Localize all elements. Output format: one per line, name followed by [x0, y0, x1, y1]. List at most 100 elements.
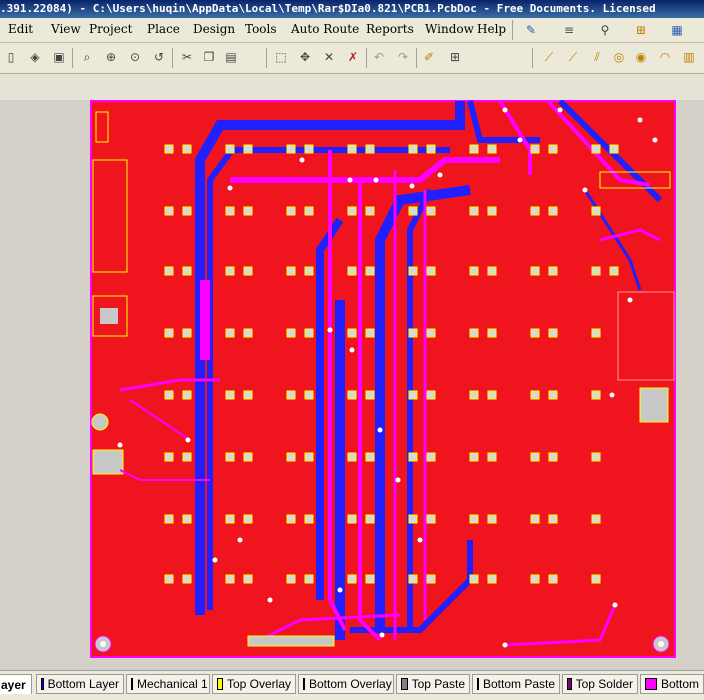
menu-view[interactable]: View — [51, 22, 81, 36]
zoom-area-icon[interactable]: ⊕ — [102, 48, 120, 66]
pad — [487, 206, 497, 216]
layer-tab-top-overlay[interactable]: Top Overlay — [212, 674, 296, 694]
layer-tab-label: Bottom Overlay — [309, 677, 392, 691]
move-icon[interactable]: ✥ — [296, 48, 314, 66]
align-icon[interactable]: ≡ — [560, 21, 578, 39]
layer-tab-bottom-layer[interactable]: Bottom Layer — [36, 674, 124, 694]
undo-icon[interactable]: ↶ — [370, 48, 388, 66]
menu-window[interactable]: Window — [425, 22, 474, 36]
snap-icon[interactable]: ⊞ — [632, 21, 650, 39]
via — [652, 137, 658, 143]
pad — [469, 574, 479, 584]
via — [627, 297, 633, 303]
pad — [487, 328, 497, 338]
zoom-last-icon[interactable]: ↺ — [150, 48, 168, 66]
layer-tab-mechanical-1[interactable]: Mechanical 1 — [126, 674, 210, 694]
pad — [365, 144, 375, 154]
pad — [225, 452, 235, 462]
pad — [469, 390, 479, 400]
mount-hole-center — [100, 641, 106, 647]
layers-icon[interactable]: ◈ — [26, 48, 44, 66]
zoom-fit-icon[interactable]: ⌕ — [78, 48, 96, 66]
pad — [530, 328, 540, 338]
copy-icon[interactable]: ❐ — [200, 48, 218, 66]
menu-auto-route[interactable]: Auto Route — [291, 22, 359, 36]
find-icon[interactable]: ⚲ — [596, 21, 614, 39]
pad — [286, 328, 296, 338]
redo-icon[interactable]: ↷ — [394, 48, 412, 66]
layer-tab-top-solder[interactable]: Top Solder — [562, 674, 638, 694]
menu-edit[interactable]: Edit — [8, 22, 33, 36]
toolbar-separator — [366, 48, 367, 68]
pcb-canvas[interactable] — [0, 100, 704, 660]
pad — [469, 514, 479, 524]
pad-icon[interactable]: ◉ — [632, 48, 650, 66]
layer-tab-label: ayer — [1, 677, 26, 692]
pad — [469, 144, 479, 154]
pad — [347, 390, 357, 400]
zoom-selected-icon[interactable]: ⊙ — [126, 48, 144, 66]
menu-design[interactable]: Design — [193, 22, 235, 36]
pad — [408, 144, 418, 154]
grid-icon[interactable]: ▦ — [668, 21, 686, 39]
via — [502, 107, 508, 113]
browse-icon[interactable]: ⊞ — [446, 48, 464, 66]
fill-icon[interactable]: ▥ — [680, 48, 698, 66]
via — [612, 602, 618, 608]
layer-tabs-bar: ayer Bottom Layer Mechanical 1 Top Overl… — [0, 670, 704, 700]
select-icon[interactable]: ⬚ — [272, 48, 290, 66]
pad — [286, 390, 296, 400]
menu-project[interactable]: Project — [89, 22, 132, 36]
pad — [548, 452, 558, 462]
layer-tab-bottom-solder[interactable]: Bottom — [640, 674, 704, 694]
layer-tab-top-paste[interactable]: Top Paste — [396, 674, 470, 694]
menu-help[interactable]: Help — [477, 22, 506, 36]
menu-reports[interactable]: Reports — [366, 22, 414, 36]
cross-icon[interactable]: ✕ — [320, 48, 338, 66]
toolbar-separator — [72, 48, 73, 68]
pad — [487, 390, 497, 400]
cut-icon[interactable]: ✂ — [178, 48, 196, 66]
pad — [182, 390, 192, 400]
menu-bar: Edit View Project Place Design Tools Aut… — [0, 18, 704, 43]
paste-icon[interactable]: ▤ — [222, 48, 240, 66]
via — [227, 185, 233, 191]
pad — [243, 266, 253, 276]
layer-tab-bottom-paste[interactable]: Bottom Paste — [472, 674, 560, 694]
pcb-drawing[interactable] — [0, 100, 704, 660]
layer-tab-top-layer[interactable]: ayer — [0, 674, 32, 694]
toolbar-separator — [532, 48, 533, 68]
pad — [347, 514, 357, 524]
pencil-icon[interactable]: ✐ — [420, 48, 438, 66]
layer-tab-label: Top Solder — [575, 677, 633, 691]
via-icon[interactable]: ◎ — [610, 48, 628, 66]
print-icon[interactable]: ▣ — [50, 48, 68, 66]
via — [337, 587, 343, 593]
pad — [408, 390, 418, 400]
route-icon[interactable]: ⟋ — [540, 48, 558, 66]
pad — [426, 206, 436, 216]
deselect-icon[interactable]: ✗ — [344, 48, 362, 66]
open-icon[interactable]: ▯ — [2, 48, 20, 66]
via — [437, 172, 443, 178]
pad — [225, 144, 235, 154]
interactive-routing-icon[interactable]: ✎ — [522, 21, 540, 39]
menu-place[interactable]: Place — [147, 22, 180, 36]
toolbar-separator — [172, 48, 173, 68]
pad — [304, 452, 314, 462]
via — [212, 557, 218, 563]
multi-route-icon[interactable]: ⫽ — [588, 48, 606, 66]
arc-icon[interactable]: ◠ — [656, 48, 674, 66]
pad — [365, 206, 375, 216]
pad — [365, 266, 375, 276]
layer-color-swatch — [401, 678, 408, 690]
differential-route-icon[interactable]: ⟋ — [564, 48, 582, 66]
layer-tab-label: Bottom — [660, 677, 699, 691]
layer-tab-bottom-overlay[interactable]: Bottom Overlay — [298, 674, 394, 694]
pad — [286, 144, 296, 154]
pad — [487, 144, 497, 154]
pad — [469, 206, 479, 216]
pad — [548, 328, 558, 338]
layer-tab-label: Bottom Layer — [47, 677, 119, 691]
menu-tools[interactable]: Tools — [245, 22, 277, 36]
